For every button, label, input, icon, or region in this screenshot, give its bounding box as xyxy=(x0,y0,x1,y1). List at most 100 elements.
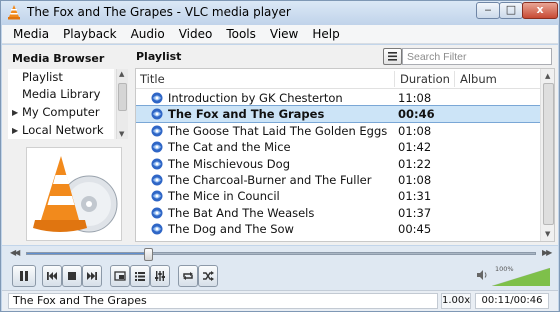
menu-bar: Media Playback Audio Video Tools View He… xyxy=(2,25,558,44)
track-duration: 01:42 xyxy=(398,140,432,155)
audio-track-icon xyxy=(151,108,163,120)
previous-button[interactable] xyxy=(42,265,62,287)
seek-progress xyxy=(27,253,149,254)
playlist-row[interactable]: The Mice in Council 01:31 xyxy=(136,188,540,204)
track-duration: 01:08 xyxy=(398,123,432,138)
menu-audio[interactable]: Audio xyxy=(124,27,172,41)
pause-icon xyxy=(20,271,28,281)
sidebar-scrollbar[interactable]: ▲ ▼ xyxy=(116,69,128,139)
playlist-toggle-button[interactable] xyxy=(130,265,150,287)
playback-controls: 100% xyxy=(2,262,558,290)
next-button[interactable] xyxy=(82,265,102,287)
sidebar-item-my-computer[interactable]: ▶ My Computer xyxy=(8,104,114,121)
scroll-up-icon[interactable]: ▲ xyxy=(119,70,124,78)
pause-button[interactable] xyxy=(12,265,36,287)
title-bar[interactable]: The Fox and The Grapes - VLC media playe… xyxy=(1,1,559,25)
media-browser-header: Media Browser xyxy=(12,52,105,65)
menu-tools[interactable]: Tools xyxy=(219,27,263,41)
track-duration: 01:22 xyxy=(398,156,432,171)
vlc-cone-icon xyxy=(8,5,20,20)
playlist-row[interactable]: The Dog and The Sow 00:45 xyxy=(136,221,540,237)
playback-speed[interactable]: 1.00x xyxy=(441,293,471,309)
scroll-down-icon[interactable]: ▼ xyxy=(545,230,550,238)
menu-video[interactable]: Video xyxy=(172,27,220,41)
volume-label: 100% xyxy=(495,265,514,273)
track-duration: 00:46 xyxy=(398,107,435,122)
track-title: The Goose That Laid The Golden Eggs xyxy=(168,123,388,138)
extended-settings-button[interactable] xyxy=(150,265,170,287)
shuffle-icon xyxy=(203,271,214,281)
main-content: Media Browser Playlist Media Library ▶ M… xyxy=(2,45,558,245)
menu-playback[interactable]: Playback xyxy=(56,27,124,41)
fullscreen-icon xyxy=(114,271,126,281)
seek-forward-icon[interactable]: ▶▶ xyxy=(542,248,552,257)
scroll-up-icon[interactable]: ▲ xyxy=(545,72,550,80)
menu-media[interactable]: Media xyxy=(6,27,56,41)
track-duration: 01:31 xyxy=(398,189,432,204)
maximize-button[interactable]: □ xyxy=(499,2,523,19)
album-art xyxy=(26,147,122,241)
track-title: The Dog and The Sow xyxy=(168,222,294,237)
audio-track-icon xyxy=(151,125,163,137)
sidebar-item-label: Playlist xyxy=(22,70,63,84)
seek-back-icon[interactable]: ◀◀ xyxy=(10,248,20,257)
column-divider[interactable] xyxy=(454,71,455,87)
close-button[interactable]: x xyxy=(522,2,558,19)
vlc-window: The Fox and The Grapes - VLC media playe… xyxy=(0,0,560,312)
playlist-row[interactable]: The Cat and the Mice 01:42 xyxy=(136,139,540,155)
speaker-icon[interactable] xyxy=(476,269,488,281)
previous-icon xyxy=(47,272,57,280)
track-title: The Cat and the Mice xyxy=(168,140,291,155)
playlist-row[interactable]: The Charcoal-Burner and The Fuller 01:08 xyxy=(136,172,540,188)
audio-track-icon xyxy=(151,223,163,235)
sidebar-item-media-library[interactable]: Media Library xyxy=(8,86,114,103)
scroll-down-icon[interactable]: ▼ xyxy=(119,130,124,138)
sidebar-item-playlist[interactable]: Playlist xyxy=(8,69,114,86)
track-title: The Mice in Council xyxy=(168,189,280,204)
list-view-icon xyxy=(388,52,397,61)
loop-button[interactable] xyxy=(178,265,198,287)
next-icon xyxy=(87,272,97,280)
seek-slider[interactable] xyxy=(26,248,536,261)
playlist-row[interactable]: The Bat And The Weasels 01:37 xyxy=(136,205,540,221)
track-duration: 01:37 xyxy=(398,205,432,220)
scrollbar-thumb[interactable] xyxy=(118,83,127,111)
shuffle-button[interactable] xyxy=(198,265,218,287)
seek-handle[interactable] xyxy=(143,248,153,261)
column-header-duration[interactable]: Duration xyxy=(400,72,450,86)
playlist-row[interactable]: The Fox and The Grapes 00:46 xyxy=(136,105,541,124)
menu-view[interactable]: View xyxy=(263,27,305,41)
playlist-icon xyxy=(135,272,145,281)
audio-track-icon xyxy=(151,92,163,104)
expand-arrow-icon[interactable]: ▶ xyxy=(12,104,18,121)
playlist-row[interactable]: The Mischievous Dog 01:22 xyxy=(136,156,540,172)
stop-button[interactable] xyxy=(62,265,82,287)
track-title: Introduction by GK Chesterton xyxy=(168,91,343,105)
sidebar-item-label: Local Network xyxy=(22,123,104,137)
now-playing-text: The Fox and The Grapes xyxy=(8,293,438,309)
time-display[interactable]: 00:11/00:46 xyxy=(475,293,549,309)
column-divider[interactable] xyxy=(394,71,395,87)
track-title: The Bat And The Weasels xyxy=(168,205,315,220)
playlist-view-button[interactable] xyxy=(383,48,402,65)
fullscreen-button[interactable] xyxy=(110,265,130,287)
menu-help[interactable]: Help xyxy=(305,27,346,41)
track-title: The Mischievous Dog xyxy=(168,156,291,171)
scrollbar-thumb[interactable] xyxy=(543,83,554,225)
sidebar-item-local-network[interactable]: ▶ Local Network xyxy=(8,122,114,139)
vlc-cone-art-icon xyxy=(33,156,118,233)
minimize-button[interactable]: ‒ xyxy=(476,2,500,19)
column-header-album[interactable]: Album xyxy=(460,72,497,86)
playlist-row[interactable]: The Goose That Laid The Golden Eggs 01:08 xyxy=(136,123,540,139)
audio-track-icon xyxy=(151,207,163,219)
expand-arrow-icon[interactable]: ▶ xyxy=(12,122,18,139)
playlist-table-header: Title Duration Album xyxy=(136,69,540,89)
playlist-scrollbar[interactable]: ▲ ▼ xyxy=(540,69,554,241)
playlist-row[interactable]: Introduction by GK Chesterton 11:08 xyxy=(136,90,540,106)
search-filter-input[interactable] xyxy=(402,48,552,65)
sidebar-item-label: Media Library xyxy=(22,87,101,101)
sidebar-item-label: My Computer xyxy=(22,105,100,119)
audio-track-icon xyxy=(151,190,163,202)
track-duration: 00:45 xyxy=(398,222,432,237)
column-header-title[interactable]: Title xyxy=(140,72,165,86)
